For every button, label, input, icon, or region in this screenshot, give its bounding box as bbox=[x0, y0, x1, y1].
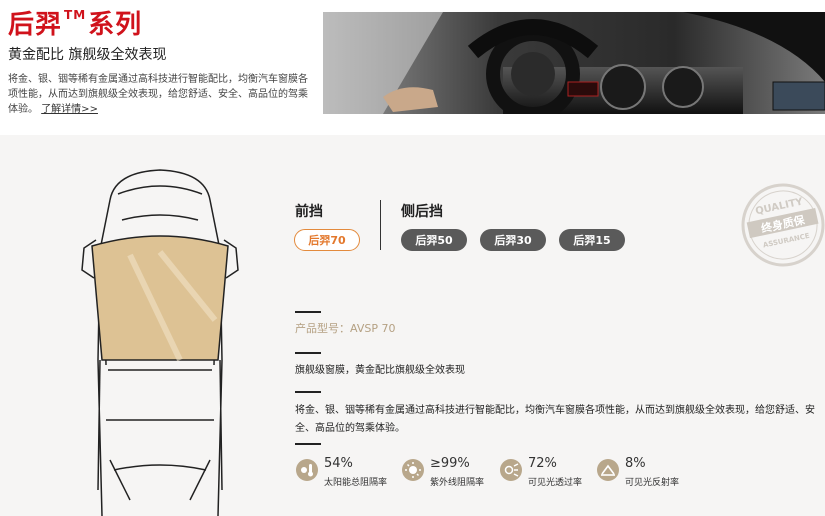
car-interior-photo bbox=[323, 12, 825, 114]
product-model: 产品型号：AVSP 70 bbox=[295, 322, 396, 335]
divider-rule bbox=[295, 352, 321, 354]
reflection-icon bbox=[597, 459, 619, 481]
sun-thermometer-icon bbox=[296, 459, 318, 481]
series-subtitle: 黄金配比 旗舰级全效表现 bbox=[8, 47, 167, 63]
stat-value: 72% bbox=[528, 456, 557, 471]
stat-value: 54% bbox=[324, 456, 353, 471]
series-title-suffix: 系列 bbox=[88, 10, 143, 40]
top-banner: 后羿 TM系列 黄金配比 旗舰级全效表现 将金、银、铟等稀有金属通过高科技进行智能… bbox=[0, 0, 825, 135]
tab-divider bbox=[380, 200, 381, 250]
uv-sun-icon bbox=[402, 459, 424, 481]
stat-value: ≥99% bbox=[430, 456, 470, 471]
divider-rule bbox=[295, 443, 321, 445]
car-diagram bbox=[70, 160, 250, 516]
badge-bottom-text: ASSURANCE bbox=[762, 232, 810, 250]
product-tagline: 旗舰级窗膜，黄金配比旗舰级全效表现 bbox=[295, 365, 465, 376]
product-description: 将金、银、铟等稀有金属通过高科技进行智能配比，均衡汽车窗膜各项性能，从而达到旗舰… bbox=[295, 405, 815, 434]
product-button-houyi-15[interactable]: 后羿15 bbox=[559, 229, 625, 251]
learn-more-link[interactable]: 了解详情>> bbox=[41, 104, 98, 115]
stat-label: 紫外线阻隔率 bbox=[430, 478, 485, 488]
trademark-mark: TM bbox=[64, 8, 87, 22]
stat-label: 太阳能总阻隔率 bbox=[324, 478, 388, 488]
series-title-main: 后羿 bbox=[8, 10, 63, 40]
divider-rule bbox=[295, 311, 321, 313]
product-button-houyi-50[interactable]: 后羿50 bbox=[401, 229, 467, 251]
stat-label: 可见光反射率 bbox=[625, 478, 680, 488]
stat-label: 可见光透过率 bbox=[528, 478, 583, 488]
tab-side-rear[interactable]: 侧后挡 bbox=[401, 201, 443, 221]
product-button-houyi-70[interactable]: 后羿70 bbox=[294, 229, 360, 251]
stat-value: 8% bbox=[625, 456, 646, 471]
visible-light-icon bbox=[500, 459, 522, 481]
quality-assurance-badge: QUALITY 终身质保 ASSURANCE bbox=[738, 175, 825, 275]
divider-rule bbox=[295, 391, 321, 393]
series-intro: 将金、银、铟等稀有金属通过高科技进行智能配比，均衡汽车窗膜各项性能，从而达到旗舰… bbox=[8, 72, 313, 117]
series-title: 后羿 TM系列 bbox=[8, 4, 142, 41]
tab-front-windshield[interactable]: 前挡 bbox=[295, 201, 323, 221]
product-button-houyi-30[interactable]: 后羿30 bbox=[480, 229, 546, 251]
